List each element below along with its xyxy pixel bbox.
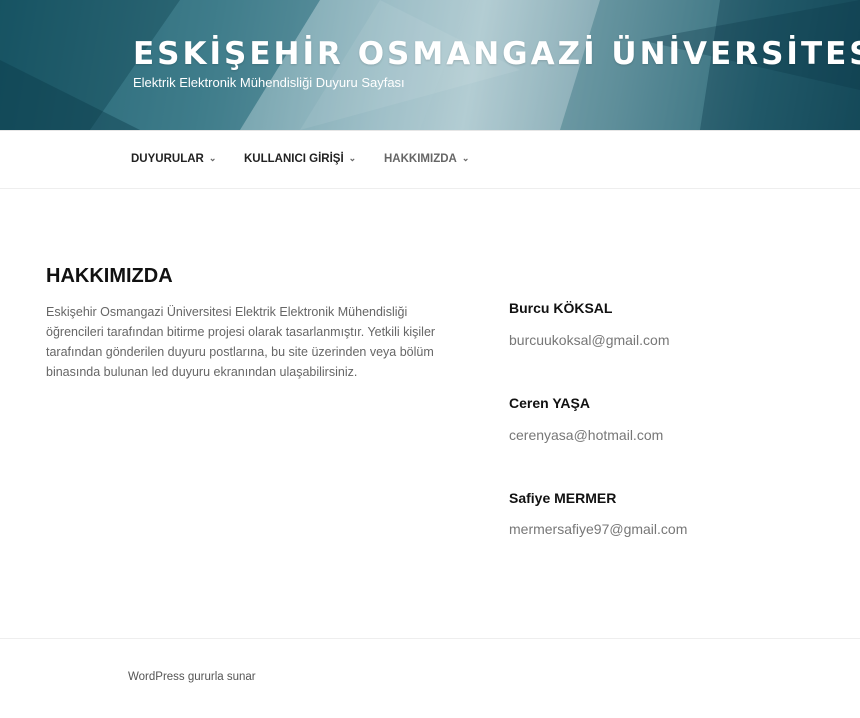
site-header: ESKİŞEHİR OSMANGAZİ ÜNİVERSİTESİ Elektri… — [0, 0, 860, 130]
nav-item-label: HAKKIMIZDA — [384, 153, 457, 165]
site-description: Elektrik Elektronik Mühendisliği Duyuru … — [133, 75, 405, 90]
page-title: HAKKIMIZDA — [46, 265, 173, 287]
contact-name: Safiye MERMER — [509, 490, 617, 506]
contact-name: Ceren YAŞA — [509, 395, 590, 411]
chevron-down-icon: ⌄ — [461, 153, 470, 163]
contact-email: mermersafiye97@gmail.com — [509, 521, 688, 537]
footer-credit-link[interactable]: WordPress gururla sunar — [128, 671, 256, 683]
contact-name: Burcu KÖKSAL — [509, 300, 613, 316]
about-text: Eskişehir Osmangazi Üniversitesi Elektri… — [46, 305, 436, 379]
nav-item-hakkimizda[interactable]: HAKKIMIZDA ⌄ — [384, 153, 469, 165]
footer-divider — [0, 638, 860, 639]
contact-email: cerenyasa@hotmail.com — [509, 427, 664, 443]
chevron-down-icon: ⌄ — [208, 153, 217, 163]
chevron-down-icon: ⌄ — [348, 153, 357, 163]
contact-email: burcuukoksal@gmail.com — [509, 332, 670, 348]
site-title[interactable]: ESKİŞEHİR OSMANGAZİ ÜNİVERSİTESİ — [133, 36, 860, 72]
nav-item-label: DUYURULAR — [131, 153, 204, 165]
nav-item-kullanici-girisi[interactable]: KULLANICI GİRİŞİ ⌄ — [244, 153, 356, 165]
nav-item-duyurular[interactable]: DUYURULAR ⌄ — [131, 153, 216, 165]
nav-item-label: KULLANICI GİRİŞİ — [244, 153, 344, 165]
main-navigation: DUYURULAR ⌄ KULLANICI GİRİŞİ ⌄ HAKKIMIZDA ⌄ — [0, 130, 860, 189]
